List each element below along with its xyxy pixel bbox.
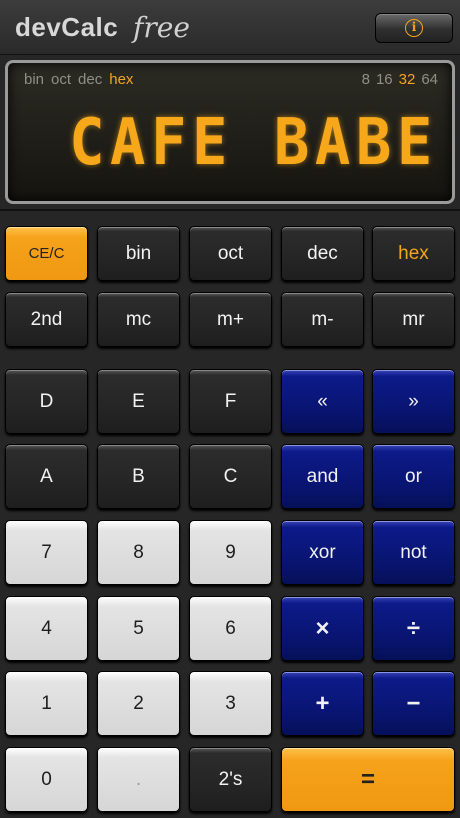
memory-add-button[interactable]: m+ [189,292,272,347]
digit-7-button[interactable]: 7 [5,520,88,585]
digit-1-button[interactable]: 1 [5,671,88,736]
digit-2-button[interactable]: 2 [97,671,180,736]
digit-6-button[interactable]: 6 [189,596,272,661]
base-dec-button[interactable]: dec [281,226,364,281]
multiply-button[interactable]: × [281,596,364,661]
twos-complement-button[interactable]: 2's [189,747,272,812]
divide-button[interactable]: ÷ [372,596,455,661]
digit-e-button[interactable]: E [97,369,180,434]
digit-5-button[interactable]: 5 [97,596,180,661]
digit-4-button[interactable]: 4 [5,596,88,661]
base-hex-button[interactable]: hex [372,226,455,281]
calculator-app: devCalc free i bin oct dec hex 8 16 32 64 CAFE… [0,0,460,818]
memory-clear-button[interactable]: mc [97,292,180,347]
shift-right-button[interactable]: » [372,369,455,434]
digit-b-button[interactable]: B [97,444,180,509]
digit-d-button[interactable]: D [5,369,88,434]
decimal-point-button[interactable]: . [97,747,180,812]
subtract-button[interactable]: − [372,671,455,736]
base-oct-button[interactable]: oct [189,226,272,281]
digit-c-button[interactable]: C [189,444,272,509]
not-button[interactable]: not [372,520,455,585]
memory-recall-button[interactable]: mr [372,292,455,347]
base-bin-button[interactable]: bin [97,226,180,281]
memory-subtract-button[interactable]: m- [281,292,364,347]
digit-a-button[interactable]: A [5,444,88,509]
and-button[interactable]: and [281,444,364,509]
digit-8-button[interactable]: 8 [97,520,180,585]
clear-button[interactable]: CE/C [5,226,88,281]
equals-button[interactable]: = [281,747,455,812]
add-button[interactable]: + [281,671,364,736]
digit-3-button[interactable]: 3 [189,671,272,736]
digit-9-button[interactable]: 9 [189,520,272,585]
second-function-button[interactable]: 2nd [5,292,88,347]
shift-left-button[interactable]: « [281,369,364,434]
digit-0-button[interactable]: 0 [5,747,88,812]
keypad: CE/C bin oct dec hex 2nd mc m+ m- mr D E… [0,0,460,818]
xor-button[interactable]: xor [281,520,364,585]
digit-f-button[interactable]: F [189,369,272,434]
or-button[interactable]: or [372,444,455,509]
